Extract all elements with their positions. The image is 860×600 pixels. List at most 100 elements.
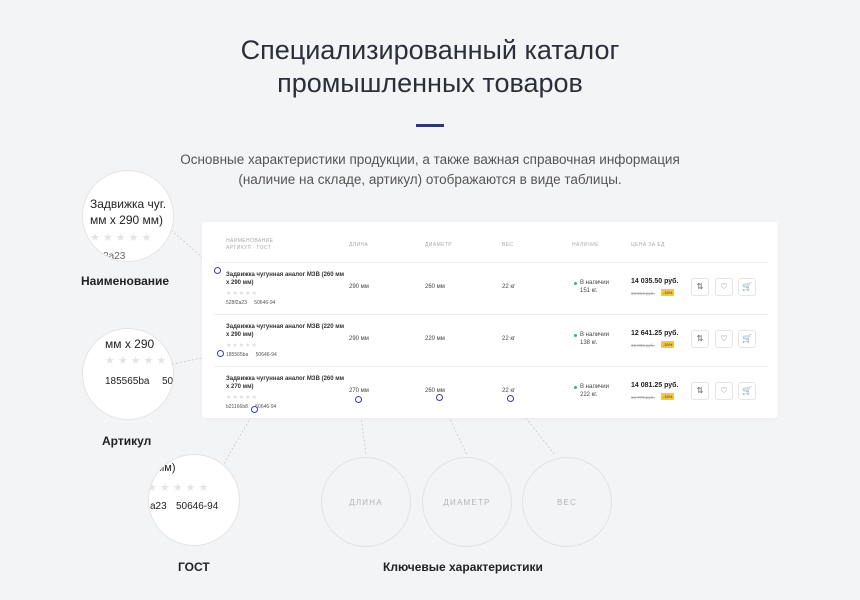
cart-icon: 🛒 — [742, 282, 752, 291]
marker-gost — [251, 406, 258, 413]
zoom-gost-article: a23 — [150, 501, 167, 512]
marker-weight — [507, 395, 514, 402]
marker-length — [355, 396, 362, 403]
discount-badge: -15% — [661, 289, 675, 296]
zoom-article: мм х 290 ★★★★★ 185565ba 50 — [82, 328, 174, 420]
compare-icon: ⇅ — [696, 282, 704, 291]
weight-value: 22 кг — [502, 284, 516, 290]
article-code: 185565ba — [226, 352, 249, 358]
zoom-gost-stars: ★★★★★ — [148, 482, 212, 494]
article-code: 528f2a23 — [226, 300, 247, 306]
compare-icon: ⇅ — [696, 386, 704, 395]
old-price: 15 775 руб. — [631, 395, 655, 400]
compare-icon: ⇅ — [696, 334, 704, 343]
weight-value: 22 кг — [502, 336, 516, 342]
key-length-circle: ДЛИНА — [321, 457, 411, 547]
rating-stars[interactable]: ★★★★★ — [226, 290, 258, 297]
product-name[interactable]: Задвижка чугунная аналог МЗВ (260 мм х 2… — [226, 271, 346, 287]
zoom-article-cut: 50 — [162, 376, 174, 387]
zoom-gost: ) мм) ★★★★★ a23 50646-94 — [148, 454, 240, 546]
gost-code: 50646-94 — [255, 352, 277, 358]
zoom-name-line1: Задвижка чуг. — [90, 197, 167, 211]
favorite-button[interactable]: ♡ — [715, 278, 733, 296]
zoom-name-stars: ★★★★★ — [90, 232, 155, 244]
discount-badge: -20% — [661, 341, 675, 348]
availability: В наличии 138 кг. — [574, 331, 609, 347]
rating-stars[interactable]: ★★★★★ — [226, 342, 258, 349]
diameter-value: 220 мм — [425, 336, 445, 342]
weight-value: 22 кг — [502, 388, 516, 394]
table-header: НАИМЕНОВАНИЕ АРТИКУЛ · ГОСТ ДЛИНА ДИАМЕТ… — [202, 238, 778, 262]
gost-code: 50646-94 — [255, 404, 277, 410]
header-weight: ВЕС — [502, 242, 514, 248]
zoom-name: Задвижка чуг. мм х 290 мм) ★★★★★ 812a23 — [82, 170, 174, 262]
header-price: ЦЕНА ЗА ЕД — [631, 242, 665, 248]
table-row[interactable]: Задвижка чугунная аналог МЗВ (260 мм х 2… — [214, 366, 768, 418]
cart-icon: 🛒 — [742, 334, 752, 343]
gost-code: 50646-94 — [254, 300, 276, 306]
old-price: 15 886 руб. — [631, 343, 655, 348]
price: 14 081.25 руб. — [631, 382, 679, 389]
article-code: b21166b8 — [226, 404, 248, 410]
availability-qty: 222 кг. — [580, 392, 598, 398]
availability: В наличии 151 кг. — [574, 279, 609, 295]
key-diameter-circle: ДИАМЕТР — [422, 457, 512, 547]
availability: В наличии 222 кг. — [574, 383, 609, 399]
favorite-button[interactable]: ♡ — [715, 382, 733, 400]
zoom-article-value: 185565ba — [105, 376, 150, 387]
zoom-gost-top: ) мм) — [150, 462, 176, 474]
header-length: ДЛИНА — [349, 242, 369, 248]
heart-icon: ♡ — [720, 386, 728, 395]
availability-status: В наличии — [580, 384, 610, 390]
header-name-label: НАИМЕНОВАНИЕ — [226, 238, 274, 244]
availability-status: В наличии — [580, 280, 610, 286]
heart-icon: ♡ — [720, 282, 728, 291]
header-availability: НАЛИЧИЕ — [572, 242, 599, 248]
availability-status: В наличии — [580, 332, 610, 338]
rating-stars[interactable]: ★★★★★ — [226, 394, 258, 401]
table-row[interactable]: Задвижка чугунная аналог МЗВ (260 мм х 2… — [214, 262, 768, 314]
zoom-article-top: мм х 290 — [105, 337, 155, 351]
caption-name: Наименование — [81, 274, 170, 288]
cart-icon: 🛒 — [742, 386, 752, 395]
marker-diameter — [436, 394, 443, 401]
availability-qty: 138 кг. — [580, 340, 598, 346]
product-name[interactable]: Задвижка чугунная аналог МЗВ (260 мм х 2… — [226, 375, 346, 391]
marker-name — [214, 267, 221, 274]
product-codes: 185565ba 50646-94 — [226, 352, 283, 358]
favorite-button[interactable]: ♡ — [715, 330, 733, 348]
length-value: 290 мм — [349, 284, 369, 290]
header-article-label: АРТИКУЛ · ГОСТ — [226, 245, 272, 251]
compare-button[interactable]: ⇅ — [691, 330, 709, 348]
caption-article: Артикул — [102, 434, 152, 448]
compare-button[interactable]: ⇅ — [691, 382, 709, 400]
compare-button[interactable]: ⇅ — [691, 278, 709, 296]
marker-article — [217, 350, 224, 357]
price: 12 641.25 руб. — [631, 330, 679, 337]
caption-key: Ключевые характеристики — [383, 560, 543, 574]
zoom-name-line2: мм х 290 мм) — [90, 213, 164, 227]
length-value: 270 мм — [349, 388, 369, 394]
diameter-value: 260 мм — [425, 284, 445, 290]
key-weight-circle: ВЕС — [522, 457, 612, 547]
availability-qty: 151 кг. — [580, 288, 598, 294]
header-name: НАИМЕНОВАНИЕ АРТИКУЛ · ГОСТ — [226, 238, 273, 252]
diameter-value: 260 мм — [425, 388, 445, 394]
discount-badge: -15% — [661, 393, 675, 400]
heart-icon: ♡ — [720, 334, 728, 343]
add-to-cart-button[interactable]: 🛒 — [738, 330, 756, 348]
add-to-cart-button[interactable]: 🛒 — [738, 278, 756, 296]
add-to-cart-button[interactable]: 🛒 — [738, 382, 756, 400]
table-row[interactable]: Задвижка чугунная аналог МЗВ (220 мм х 2… — [214, 314, 768, 366]
zoom-name-code: 812a23 — [92, 251, 126, 262]
product-codes: 528f2a23 50646-94 — [226, 300, 281, 306]
zoom-article-stars: ★★★★★ — [105, 355, 170, 367]
header-diameter: ДИАМЕТР — [425, 242, 453, 248]
length-value: 290 мм — [349, 336, 369, 342]
zoom-gost-value: 50646-94 — [176, 501, 219, 512]
price: 14 035.50 руб. — [631, 278, 679, 285]
old-price: 16 514 руб. — [631, 291, 655, 296]
caption-gost: ГОСТ — [178, 560, 210, 574]
product-name[interactable]: Задвижка чугунная аналог МЗВ (220 мм х 2… — [226, 323, 346, 339]
product-table: НАИМЕНОВАНИЕ АРТИКУЛ · ГОСТ ДЛИНА ДИАМЕТ… — [202, 222, 778, 418]
